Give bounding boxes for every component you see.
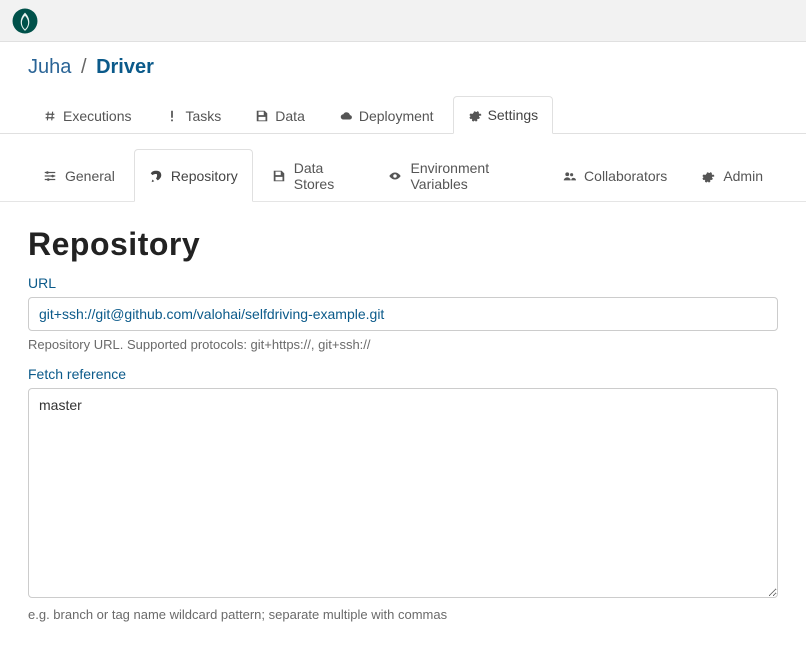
page-title: Repository [28,226,778,263]
save-icon [272,169,286,183]
settings-subtabs: General Repository Data Stores Environme… [0,134,806,202]
tab-label: Deployment [359,108,434,124]
subtab-admin[interactable]: Admin [686,149,778,202]
save-icon [255,109,269,123]
subtab-env-vars[interactable]: Environment Variables [373,149,543,202]
subtab-label: Repository [171,168,238,184]
url-help-text: Repository URL. Supported protocols: git… [28,337,778,352]
rocket-icon [149,169,163,183]
url-label: URL [28,275,778,291]
main-tabs: Executions Tasks Data Deployment Setting… [0,89,806,134]
fetch-ref-label: Fetch reference [28,366,778,382]
tab-data[interactable]: Data [240,97,320,134]
breadcrumb-separator: / [81,56,87,78]
fetch-ref-textarea[interactable] [28,388,778,598]
eye-icon [388,169,402,183]
subtab-repository[interactable]: Repository [134,149,253,202]
tab-label: Executions [63,108,131,124]
subtab-label: Data Stores [294,160,355,192]
url-input[interactable] [28,297,778,331]
cloud-icon [339,109,353,123]
gear-icon [468,108,482,122]
topbar [0,0,806,42]
tab-tasks[interactable]: Tasks [150,97,236,134]
breadcrumb-owner[interactable]: Juha [28,56,71,78]
tab-executions[interactable]: Executions [28,97,146,134]
subtab-label: Collaborators [584,168,667,184]
logo-icon[interactable] [12,8,38,34]
breadcrumb: Juha / Driver [0,42,806,89]
exclamation-icon [165,109,179,123]
users-icon [562,169,576,183]
subtab-data-stores[interactable]: Data Stores [257,149,370,202]
subtab-general[interactable]: General [28,149,130,202]
sliders-icon [43,169,57,183]
tab-settings[interactable]: Settings [453,96,554,134]
subtab-label: Admin [723,168,763,184]
tab-label: Data [275,108,305,124]
subtab-label: General [65,168,115,184]
tab-deployment[interactable]: Deployment [324,97,449,134]
tab-label: Tasks [185,108,221,124]
fetch-ref-help-text: e.g. branch or tag name wildcard pattern… [28,607,778,622]
tab-label: Settings [488,107,539,123]
hash-icon [43,109,57,123]
subtab-label: Environment Variables [410,160,528,192]
breadcrumb-project[interactable]: Driver [96,56,154,78]
subtab-collaborators[interactable]: Collaborators [547,149,682,202]
gear-icon [701,169,715,183]
settings-repository-panel: Repository URL Repository URL. Supported… [0,202,806,656]
